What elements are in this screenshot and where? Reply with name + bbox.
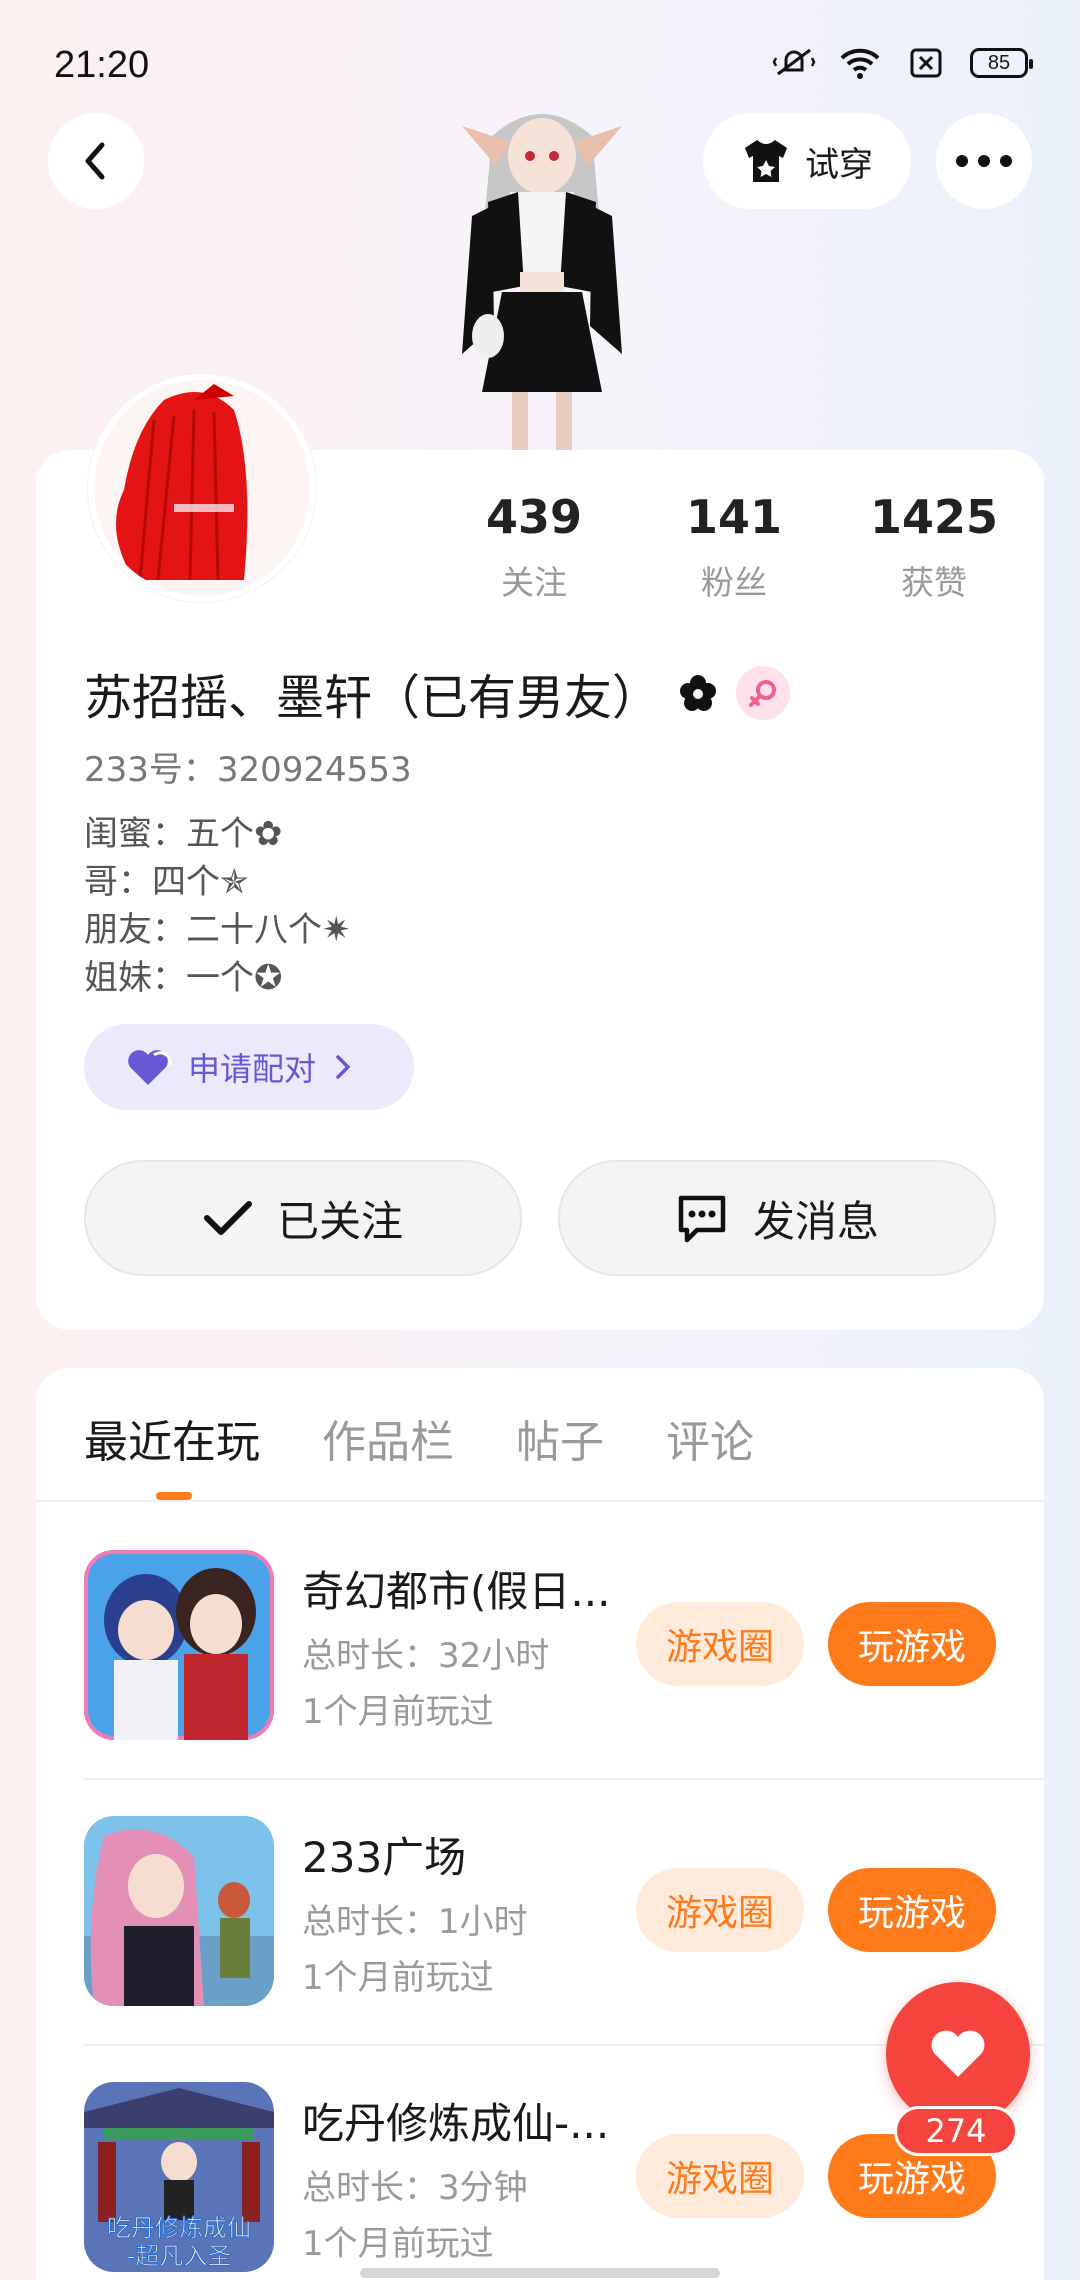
stat-value: 439 bbox=[485, 490, 583, 544]
wifi-icon bbox=[838, 46, 882, 80]
bio-line: 姐妹：一个✪ bbox=[84, 958, 283, 998]
tryon-label: 试穿 bbox=[805, 144, 873, 185]
bio-line: 哥：四个✯ bbox=[84, 862, 249, 902]
game-icon-text: -超凡入圣 bbox=[127, 2242, 232, 2270]
game-circle-button[interactable]: 游戏圈 bbox=[636, 1868, 804, 1952]
game-circle-button[interactable]: 游戏圈 bbox=[636, 1602, 804, 1686]
game-circle-button[interactable]: 游戏圈 bbox=[636, 2134, 804, 2218]
game-duration: 总时长：1小时 bbox=[302, 1902, 528, 1942]
stat-following[interactable]: 439 关注 bbox=[434, 490, 634, 604]
game-row[interactable]: 233广场 总时长：1小时 1个月前玩过 游戏圈 玩游戏 bbox=[84, 1816, 1044, 2006]
status-icons: 85 bbox=[772, 46, 1033, 80]
tab-recently-played[interactable]: 最近在玩 bbox=[84, 1406, 260, 1470]
user-avatar[interactable] bbox=[88, 374, 316, 602]
game-title: 奇幻都市(假日... bbox=[302, 1567, 611, 1616]
chevron-left-icon bbox=[85, 142, 105, 180]
chat-icon bbox=[678, 1195, 726, 1243]
stat-followers[interactable]: 141 粉丝 bbox=[634, 490, 834, 604]
battery-indicator: 85 bbox=[970, 48, 1033, 78]
heart-icon bbox=[128, 1050, 172, 1085]
like-count-badge: 274 bbox=[894, 2106, 1018, 2156]
stat-likes[interactable]: 1425 获赞 bbox=[834, 490, 1034, 604]
game-title: 233广场 bbox=[302, 1833, 467, 1882]
stat-label: 关注 bbox=[501, 563, 567, 602]
game-last-played: 1个月前玩过 bbox=[302, 1958, 494, 1998]
stats-row: 439 关注 141 粉丝 1425 获赞 bbox=[434, 490, 1034, 604]
divider bbox=[84, 1778, 1044, 1780]
shirt-icon bbox=[745, 140, 787, 182]
user-name: 苏招摇、墨轩（已有男友） bbox=[84, 670, 661, 726]
heart-icon bbox=[931, 2030, 985, 2077]
game-last-played: 1个月前玩过 bbox=[302, 1692, 494, 1732]
game-icon[interactable] bbox=[84, 1816, 274, 2006]
profile-tabs: 最近在玩 作品栏 帖子 评论 bbox=[48, 1406, 754, 1470]
bio-line: 朋友：二十八个✷ bbox=[84, 910, 351, 950]
home-indicator[interactable] bbox=[360, 2268, 720, 2278]
mute-vibrate-icon bbox=[772, 46, 816, 80]
stat-label: 获赞 bbox=[901, 563, 967, 602]
game-icon[interactable] bbox=[84, 1550, 274, 1740]
game-duration: 总时长：32小时 bbox=[302, 1636, 550, 1676]
stat-value: 1425 bbox=[869, 490, 999, 544]
play-game-button[interactable]: 玩游戏 bbox=[828, 1868, 996, 1952]
stat-value: 141 bbox=[685, 490, 783, 544]
no-sim-icon bbox=[904, 46, 948, 80]
bio-line: 闺蜜：五个✿ bbox=[84, 814, 283, 854]
follow-button[interactable]: 已关注 bbox=[84, 1160, 522, 1276]
more-button[interactable] bbox=[936, 113, 1032, 209]
tab-comments[interactable]: 评论 bbox=[666, 1406, 754, 1470]
name-row: 苏招摇、墨轩（已有男友） bbox=[84, 658, 791, 728]
more-dots-icon bbox=[956, 155, 1012, 167]
game-icon-text: 吃丹修炼成仙 bbox=[107, 2214, 251, 2242]
game-last-played: 1个月前玩过 bbox=[302, 2224, 494, 2264]
tab-works[interactable]: 作品栏 bbox=[322, 1406, 454, 1470]
avatar-figure[interactable] bbox=[432, 96, 652, 452]
back-button[interactable] bbox=[48, 113, 144, 209]
female-gender-icon bbox=[736, 666, 791, 720]
play-game-button[interactable]: 玩游戏 bbox=[828, 1602, 996, 1686]
like-button[interactable] bbox=[886, 1982, 1030, 2126]
message-label: 发消息 bbox=[752, 1196, 879, 1246]
game-title: 吃丹修炼成仙-... bbox=[302, 2099, 610, 2148]
status-time: 21:20 bbox=[54, 44, 150, 86]
game-row[interactable]: 吃丹修炼成仙 -超凡入圣 吃丹修炼成仙-... 总时长：3分钟 1个月前玩过 游… bbox=[84, 2082, 1044, 2272]
check-icon bbox=[203, 1201, 252, 1235]
pair-request-button[interactable]: 申请配对 bbox=[84, 1024, 414, 1110]
tryon-button[interactable]: 试穿 bbox=[703, 113, 911, 209]
game-duration: 总时长：3分钟 bbox=[302, 2168, 528, 2208]
chevron-right-icon bbox=[336, 1055, 351, 1079]
active-tab-indicator bbox=[156, 1492, 192, 1500]
tab-posts[interactable]: 帖子 bbox=[516, 1406, 604, 1470]
divider bbox=[36, 1500, 1044, 1502]
stat-label: 粉丝 bbox=[701, 563, 767, 602]
flower-icon bbox=[680, 675, 717, 711]
game-icon[interactable]: 吃丹修炼成仙 -超凡入圣 bbox=[84, 2082, 274, 2272]
follow-label: 已关注 bbox=[276, 1196, 403, 1246]
message-button[interactable]: 发消息 bbox=[558, 1160, 996, 1276]
pair-label: 申请配对 bbox=[188, 1050, 317, 1088]
game-row[interactable]: 奇幻都市(假日... 总时长：32小时 1个月前玩过 游戏圈 玩游戏 bbox=[84, 1550, 1044, 1740]
user-id: 233号：320924553 bbox=[84, 750, 412, 790]
user-bio: 闺蜜：五个✿ 哥：四个✯ 朋友：二十八个✷ 姐妹：一个✪ bbox=[84, 810, 351, 1002]
